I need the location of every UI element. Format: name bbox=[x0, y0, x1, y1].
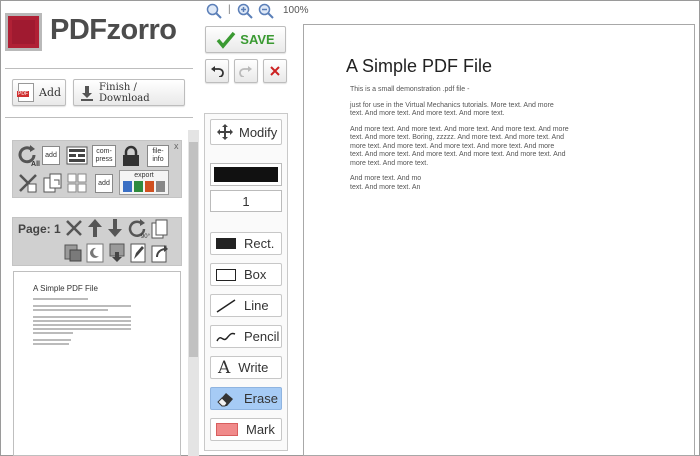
rect-label: Rect. bbox=[244, 236, 275, 251]
save-label: SAVE bbox=[240, 32, 275, 47]
lock-icon[interactable] bbox=[120, 145, 142, 167]
color-swatch bbox=[214, 167, 278, 182]
word-export-icon bbox=[123, 181, 132, 192]
excel-export-icon bbox=[134, 181, 143, 192]
cancel-button[interactable] bbox=[263, 59, 287, 83]
zoom-level: 100% bbox=[283, 5, 309, 16]
pdf-badge: PDF bbox=[17, 91, 29, 97]
export-format-icons bbox=[120, 181, 168, 192]
move-icon bbox=[216, 123, 234, 141]
line-tool[interactable]: Line bbox=[210, 294, 282, 317]
document-paragraph: And more text. And mo text. And more tex… bbox=[350, 175, 422, 191]
erase-label: Erase bbox=[244, 391, 278, 406]
redirect-page-icon[interactable] bbox=[151, 243, 169, 263]
page-label: Page: 1 bbox=[18, 222, 61, 236]
select-all-button[interactable]: All bbox=[17, 144, 40, 168]
export-button[interactable]: export bbox=[119, 170, 169, 195]
redo-icon bbox=[239, 66, 252, 77]
document-title: A Simple PDF File bbox=[346, 56, 493, 76]
download-icon bbox=[80, 85, 94, 101]
undo-icon bbox=[211, 66, 224, 77]
left-scrollbar-thumb[interactable] bbox=[189, 142, 198, 357]
pdf-file-icon: PDF bbox=[17, 83, 34, 102]
ppt-export-icon bbox=[145, 181, 154, 192]
erase-tool[interactable]: Erase bbox=[210, 387, 282, 410]
page-thumbnail[interactable]: A Simple PDF File bbox=[13, 271, 181, 456]
layout-icon[interactable] bbox=[66, 146, 88, 165]
modify-tool[interactable]: Modify bbox=[210, 119, 282, 145]
image-export-icon bbox=[156, 181, 165, 192]
logo-icon bbox=[5, 13, 42, 51]
add-page-button[interactable]: add bbox=[42, 146, 60, 165]
pencil-tool[interactable]: Pencil bbox=[210, 325, 282, 348]
document-paragraph: This is a small demonstration .pdf file … bbox=[350, 86, 470, 93]
copy-pages-icon[interactable] bbox=[42, 172, 64, 194]
stroke-width-input[interactable]: 1 bbox=[210, 190, 282, 212]
app-logo-text: PDFzorro bbox=[50, 14, 177, 46]
close-icon bbox=[270, 66, 280, 76]
highlighter-icon bbox=[216, 423, 238, 436]
pencil-icon bbox=[216, 330, 236, 344]
box-tool[interactable]: Box bbox=[210, 263, 282, 286]
write-tool[interactable]: A Write bbox=[210, 356, 282, 379]
thumbnail-text-lines bbox=[33, 298, 133, 347]
color-picker[interactable] bbox=[210, 163, 282, 186]
pencil-label: Pencil bbox=[244, 329, 280, 344]
document-paragraph: just for use in the Virtual Mechanics tu… bbox=[350, 101, 554, 118]
document-canvas[interactable]: A Simple PDF File This is a small demons… bbox=[303, 24, 695, 456]
file-info-button[interactable]: file-info bbox=[147, 145, 169, 167]
zoom-fit-icon[interactable] bbox=[206, 3, 222, 19]
text-icon: A bbox=[218, 357, 231, 378]
line-icon bbox=[216, 298, 236, 313]
eraser-icon bbox=[216, 391, 236, 407]
add-file-button[interactable]: add bbox=[95, 174, 113, 193]
finish-download-label: Finish / Download bbox=[99, 81, 150, 104]
delete-page-icon[interactable] bbox=[65, 219, 83, 237]
filled-rect-icon bbox=[216, 238, 236, 249]
duplicate-page-icon[interactable] bbox=[151, 219, 169, 239]
box-label: Box bbox=[244, 267, 267, 282]
zoom-out-icon[interactable] bbox=[258, 3, 274, 19]
undo-button[interactable] bbox=[205, 59, 229, 83]
thumbnail-title: A Simple PDF File bbox=[33, 284, 98, 293]
save-button[interactable]: SAVE bbox=[205, 26, 286, 53]
night-mode-icon[interactable] bbox=[86, 243, 104, 263]
modify-label: Modify bbox=[239, 124, 278, 140]
line-label: Line bbox=[244, 298, 269, 313]
compress-button[interactable]: com-press bbox=[92, 145, 116, 167]
divider bbox=[5, 117, 193, 118]
rect-tool[interactable]: Rect. bbox=[210, 232, 282, 255]
zoom-in-icon[interactable] bbox=[237, 3, 253, 19]
move-down-icon[interactable] bbox=[107, 218, 123, 238]
grid-view-icon[interactable] bbox=[66, 172, 88, 194]
divider bbox=[5, 68, 193, 69]
tools-panel-close[interactable]: x bbox=[174, 141, 179, 151]
zoom-separator: | bbox=[228, 4, 231, 15]
insert-page-icon[interactable] bbox=[108, 243, 126, 263]
delete-pages-icon[interactable] bbox=[17, 172, 39, 194]
box-icon bbox=[216, 268, 236, 281]
mark-label: Mark bbox=[246, 422, 275, 437]
checkmark-icon bbox=[216, 31, 236, 49]
add-button-label: Add bbox=[39, 86, 62, 99]
redo-button[interactable] bbox=[234, 59, 258, 83]
write-label: Write bbox=[238, 360, 269, 375]
move-up-icon[interactable] bbox=[87, 218, 103, 238]
all-label: All bbox=[31, 161, 40, 168]
document-paragraph: And more text. And more text. And more t… bbox=[350, 125, 569, 167]
rotate-page-icon[interactable]: 90° bbox=[126, 218, 150, 240]
mark-tool[interactable]: Mark bbox=[210, 418, 282, 441]
finish-download-button[interactable]: Finish / Download bbox=[73, 79, 185, 106]
extract-page-icon[interactable] bbox=[63, 243, 83, 263]
document-body: This is a small demonstration .pdf file … bbox=[350, 86, 590, 192]
add-button[interactable]: PDF Add bbox=[12, 79, 66, 106]
edit-page-icon[interactable] bbox=[130, 243, 146, 263]
rotate-label: 90° bbox=[140, 234, 150, 240]
export-label: export bbox=[134, 172, 154, 179]
